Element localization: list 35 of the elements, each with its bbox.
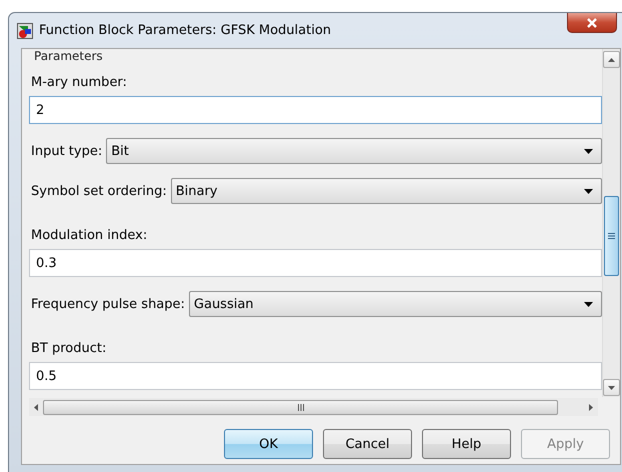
up-arrow-icon (608, 58, 615, 62)
dropdown[interactable]: Gaussian (188, 291, 602, 317)
dropdown-arrow-icon (584, 302, 593, 306)
scroll-thumb[interactable] (604, 196, 619, 276)
field-label: Modulation index: (31, 228, 148, 243)
field-label: BT product: (31, 341, 108, 356)
dropdown-arrow-icon (584, 188, 593, 194)
close-icon (586, 18, 598, 28)
dropdown[interactable]: Bit (106, 138, 602, 164)
dialog-button[interactable]: Help (422, 429, 511, 459)
dropdown[interactable]: Binary (170, 178, 602, 204)
input-field[interactable]: 2 (29, 96, 602, 124)
dropdown-arrow-icon (584, 148, 593, 154)
close-button[interactable] (567, 13, 617, 33)
dialog-button[interactable]: OK (224, 429, 313, 459)
scroll-up-button[interactable] (603, 51, 620, 68)
field-label: Symbol set ordering: (31, 184, 167, 198)
window-title: Function Block Parameters: GFSK Modulation (39, 23, 332, 38)
field-label: Input type: (31, 144, 102, 158)
right-arrow-icon[interactable] (589, 404, 593, 410)
scroll-thumb[interactable] (43, 400, 558, 414)
dialog-button[interactable]: Cancel (323, 429, 412, 459)
section-heading: Parameters (33, 49, 104, 63)
input-field[interactable]: 0.3 (29, 249, 602, 277)
field-label: M-ary number: (31, 75, 128, 90)
down-arrow-icon (608, 386, 615, 390)
field-label: Frequency pulse shape: (31, 296, 185, 312)
horizontal-scrollbar[interactable] (29, 398, 598, 416)
grip-icon (298, 404, 304, 410)
left-arrow-icon[interactable] (34, 404, 38, 410)
grip-icon (608, 233, 615, 239)
scroll-down-button[interactable] (603, 379, 620, 396)
input-field[interactable]: 0.5 (29, 362, 602, 390)
block-icon (17, 22, 33, 38)
vertical-scrollbar[interactable] (602, 49, 620, 397)
